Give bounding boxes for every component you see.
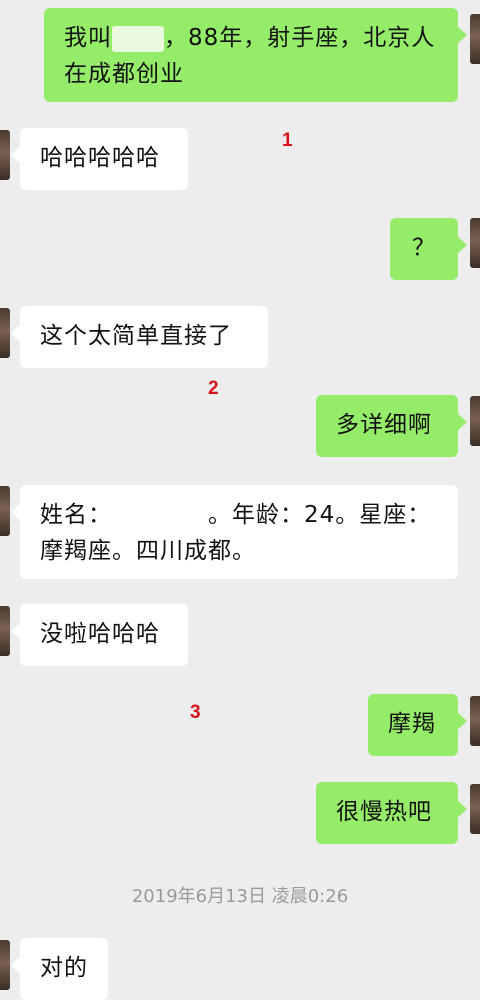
avatar[interactable] (470, 696, 480, 746)
avatar[interactable] (0, 606, 10, 656)
avatar[interactable] (470, 396, 480, 446)
avatar[interactable] (470, 218, 480, 268)
annotation-marker: 1 (282, 130, 293, 151)
message-text: 我叫 (64, 25, 112, 51)
avatar[interactable] (470, 14, 480, 64)
message-bubble-incoming[interactable]: 姓名： 。年龄：24。星座：摩羯座。四川成都。 (11, 485, 458, 579)
message-bubble-incoming[interactable]: 对的 (11, 938, 108, 1000)
message-bubble-outgoing[interactable]: 多详细啊 (316, 395, 467, 457)
message-bubble-outgoing[interactable]: 很慢热吧 (316, 782, 467, 844)
message-text: 摩羯 (388, 711, 436, 737)
annotation-marker: 3 (190, 702, 201, 723)
message-text: 这个太简单直接了 (40, 323, 232, 349)
message-bubble-incoming[interactable]: 没啦哈哈哈 (11, 604, 188, 666)
avatar[interactable] (0, 130, 10, 180)
avatar[interactable] (0, 486, 10, 536)
redacted-name (112, 502, 208, 529)
message-text: 没啦哈哈哈 (40, 621, 160, 647)
message-text: 姓名： (40, 502, 112, 528)
chat-view: 我叫 ，88年，射手座，北京人在成都创业 1 哈哈哈哈哈 ？ 这个太简单直接了 2… (0, 0, 480, 1000)
message-text: ？ (412, 235, 436, 261)
message-timestamp: 2019年6月13日 凌晨0:26 (131, 886, 349, 907)
message-bubble-outgoing[interactable]: ？ (390, 218, 467, 280)
message-text: 很慢热吧 (336, 799, 432, 825)
message-bubble-outgoing[interactable]: 我叫 ，88年，射手座，北京人在成都创业 (44, 8, 467, 102)
message-bubble-incoming[interactable]: 哈哈哈哈哈 (11, 128, 188, 190)
avatar[interactable] (0, 940, 10, 990)
message-text: 哈哈哈哈哈 (40, 145, 160, 171)
message-bubble-incoming[interactable]: 这个太简单直接了 (11, 306, 268, 368)
message-text: 对的 (40, 955, 88, 981)
message-text: 多详细啊 (336, 412, 432, 438)
avatar[interactable] (0, 308, 10, 358)
redacted-name (112, 25, 164, 52)
annotation-marker: 2 (208, 378, 219, 399)
avatar[interactable] (470, 784, 480, 834)
message-bubble-outgoing[interactable]: 摩羯 (368, 694, 467, 756)
